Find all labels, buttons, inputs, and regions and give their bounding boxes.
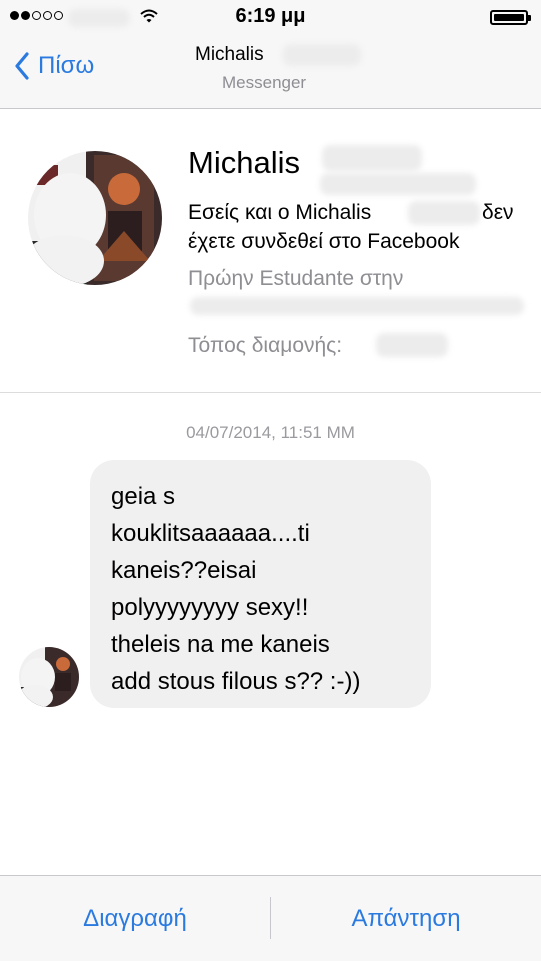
profile-name: Michalis [188, 145, 300, 180]
profile-surname-redaction [322, 145, 422, 171]
profile-header: Michalis Εσείς και ο Michalis δεν έχετε … [0, 109, 541, 393]
status-bar: 6:19 μμ [0, 0, 541, 36]
profile-residence-label: Τόπος διαμονής: [188, 334, 343, 357]
sender-avatar[interactable] [19, 647, 79, 707]
profile-avatar[interactable] [28, 151, 162, 285]
back-label: Πίσω [38, 52, 95, 79]
nav-subtitle: Messenger [222, 73, 307, 92]
back-button[interactable]: Πίσω [14, 52, 94, 80]
bottom-toolbar: Διαγραφή Απάντηση [0, 875, 541, 961]
navigation-bar: Πίσω Michalis Messenger [0, 36, 541, 109]
education-redaction [190, 297, 524, 315]
connection-line-1: Εσείς και ο Michalis [188, 201, 372, 224]
message-timestamp: 04/07/2014, 11:51 MM [186, 423, 355, 442]
profile-surname-redaction-2 [320, 173, 476, 195]
status-time: 6:19 μμ [235, 5, 306, 27]
residence-redaction [376, 333, 448, 357]
connection-redaction [408, 201, 480, 225]
connection-line-1-end: δεν [482, 201, 514, 224]
profile-education: Πρώην Estudante στην [188, 267, 404, 290]
delete-button[interactable]: Διαγραφή [0, 876, 270, 961]
reply-button[interactable]: Απάντηση [271, 876, 541, 961]
message-text: geia s kouklitsaaaaaa....ti kaneis??eisa… [111, 483, 361, 695]
battery-icon [490, 10, 531, 25]
connection-line-2: έχετε συνδεθεί στο Facebook [188, 230, 460, 253]
nav-title: Michalis [195, 44, 264, 65]
chevron-left-icon [15, 52, 29, 80]
message-bubble[interactable]: geia s kouklitsaaaaaa....ti kaneis??eisa… [90, 460, 431, 708]
surname-redaction [283, 44, 361, 66]
